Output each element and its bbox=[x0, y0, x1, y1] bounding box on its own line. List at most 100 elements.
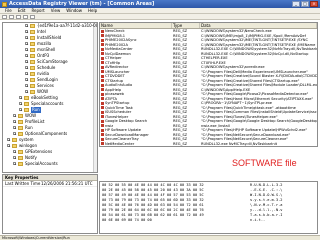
hex-view[interactable]: 00 52 00 55 00 4E 00 44 00 4C 00 4C 00 3… bbox=[99, 181, 318, 234]
status-bar: Microsoft\Windows\CurrentVersion\Run bbox=[0, 235, 320, 240]
menu-edit[interactable]: Edit bbox=[15, 8, 29, 13]
string-value-icon bbox=[101, 79, 104, 83]
find-next-icon[interactable] bbox=[30, 14, 35, 19]
column-type[interactable]: Type bbox=[172, 23, 200, 28]
folder-icon bbox=[30, 48, 35, 52]
expand-toggle-icon[interactable]: + bbox=[25, 36, 29, 40]
menu-file[interactable]: File bbox=[2, 8, 15, 13]
expand-toggle-icon[interactable]: + bbox=[25, 42, 29, 46]
app-icon bbox=[2, 1, 7, 7]
column-name[interactable]: Name bbox=[100, 23, 172, 28]
hex-ascii: n.i.t.. bbox=[250, 218, 266, 222]
string-value-icon bbox=[101, 101, 104, 105]
expand-toggle-icon[interactable]: + bbox=[19, 96, 23, 100]
values-table[interactable]: Name Type Data NeroCheck REG_SZ C:\WINDOWS… bbox=[99, 22, 318, 147]
expand-toggle-icon[interactable]: + bbox=[13, 132, 17, 136]
expand-toggle-icon[interactable]: + bbox=[25, 90, 29, 94]
expand-toggle-icon[interactable]: + bbox=[19, 102, 23, 106]
string-value-icon bbox=[101, 88, 104, 92]
folder-icon bbox=[30, 24, 35, 28]
folder-icon bbox=[18, 120, 23, 124]
string-value-icon bbox=[101, 29, 104, 33]
window-title: AccessData Registry Viewer (tm) - [Commo… bbox=[9, 1, 155, 7]
string-value-icon bbox=[101, 137, 104, 141]
folder-icon bbox=[30, 54, 35, 58]
property-value: 12/26/2006 21:56:21 UTC bbox=[41, 181, 93, 186]
expand-toggle-icon[interactable]: + bbox=[13, 126, 17, 130]
open-icon[interactable] bbox=[2, 14, 7, 19]
folder-icon bbox=[30, 66, 35, 70]
folder-icon bbox=[18, 162, 23, 166]
folder-icon bbox=[30, 90, 35, 94]
string-value-icon bbox=[101, 115, 104, 119]
save-icon[interactable] bbox=[9, 14, 14, 19]
hex-row: 00 6E 00 69 00 74 00 00 n.i.t.. bbox=[102, 218, 315, 223]
value-name: SearchItemCheck bbox=[105, 146, 137, 147]
report-icon[interactable] bbox=[16, 14, 21, 19]
folder-icon bbox=[24, 102, 29, 106]
folder-icon bbox=[12, 138, 17, 142]
find-icon[interactable] bbox=[23, 14, 28, 19]
string-value-icon bbox=[101, 106, 104, 110]
menu-view[interactable]: View bbox=[48, 8, 64, 13]
folder-icon bbox=[18, 156, 23, 160]
folder-icon bbox=[30, 30, 35, 34]
expand-toggle-icon[interactable]: + bbox=[13, 156, 17, 160]
close-button[interactable]: × bbox=[310, 1, 318, 7]
folder-icon bbox=[30, 60, 35, 64]
expand-toggle-icon[interactable]: + bbox=[13, 162, 17, 166]
menu-help[interactable]: Help bbox=[85, 8, 100, 13]
string-value-icon bbox=[101, 119, 104, 123]
value-row[interactable]: SearchItemCheck REG_SZ"C:\Program Files\N… bbox=[100, 146, 317, 147]
expand-toggle-icon[interactable]: + bbox=[25, 30, 29, 34]
expand-toggle-icon[interactable]: + bbox=[25, 72, 29, 76]
folder-icon bbox=[18, 132, 23, 136]
property-key: Last Written Time bbox=[5, 181, 41, 186]
string-value-icon bbox=[101, 74, 104, 78]
folder-icon bbox=[24, 96, 29, 100]
expand-toggle-icon[interactable]: + bbox=[25, 54, 29, 58]
expand-toggle-icon[interactable]: + bbox=[7, 138, 11, 142]
string-value-icon bbox=[101, 124, 104, 128]
expand-toggle-icon[interactable]: + bbox=[25, 60, 29, 64]
key-properties-panel: Key Properties Last Written Time 12/26/2… bbox=[2, 174, 98, 234]
string-value-icon bbox=[101, 34, 104, 38]
folder-icon bbox=[30, 84, 35, 88]
menu-report[interactable]: Report bbox=[28, 8, 47, 13]
expand-toggle-icon[interactable]: + bbox=[25, 84, 29, 88]
value-type-cell: REG_SZ bbox=[172, 146, 200, 147]
string-value-icon bbox=[101, 97, 104, 101]
maximize-button[interactable]: □ bbox=[301, 1, 309, 7]
string-value-icon bbox=[101, 110, 104, 114]
expand-toggle-icon[interactable]: + bbox=[7, 144, 11, 148]
folder-icon bbox=[30, 72, 35, 76]
expand-toggle-icon[interactable]: + bbox=[25, 66, 29, 70]
property-row: Last Written Time 12/26/2006 21:56:21 UT… bbox=[3, 181, 97, 187]
string-value-icon bbox=[101, 56, 104, 60]
minimize-button[interactable]: _ bbox=[292, 1, 300, 7]
expand-toggle-icon[interactable]: + bbox=[25, 24, 29, 28]
folder-icon bbox=[18, 150, 23, 154]
string-value-icon bbox=[101, 128, 104, 132]
tree-item-label: SpecialAccounts bbox=[25, 161, 58, 166]
menu-window[interactable]: Window bbox=[63, 8, 85, 13]
folder-icon bbox=[24, 108, 29, 112]
string-value-icon bbox=[101, 83, 104, 87]
expand-toggle-icon[interactable]: + bbox=[19, 108, 23, 112]
folder-icon bbox=[30, 78, 35, 82]
folder-icon bbox=[18, 114, 23, 118]
title-bar: AccessData Registry Viewer (tm) - [Commo… bbox=[0, 0, 320, 8]
expand-toggle-icon[interactable]: + bbox=[13, 120, 17, 124]
expand-toggle-icon[interactable]: + bbox=[13, 150, 17, 154]
column-data[interactable]: Data bbox=[200, 23, 317, 28]
value-data-cell: "C:\Program Files\NetSecure\SearchItem.e… bbox=[200, 146, 317, 147]
string-value-icon bbox=[101, 65, 104, 69]
tree-item[interactable]: + SpecialAccounts bbox=[3, 161, 97, 167]
registry-tree[interactable]: +{ed1f9e1a-aa7f-11d2-a310-00045fe8027}+I… bbox=[2, 22, 98, 173]
folder-icon bbox=[30, 36, 35, 40]
expand-toggle-icon[interactable]: + bbox=[13, 114, 17, 118]
expand-toggle-icon[interactable]: + bbox=[25, 48, 29, 52]
expand-toggle-icon[interactable]: + bbox=[25, 78, 29, 82]
folder-icon bbox=[30, 42, 35, 46]
string-value-icon bbox=[101, 133, 104, 137]
